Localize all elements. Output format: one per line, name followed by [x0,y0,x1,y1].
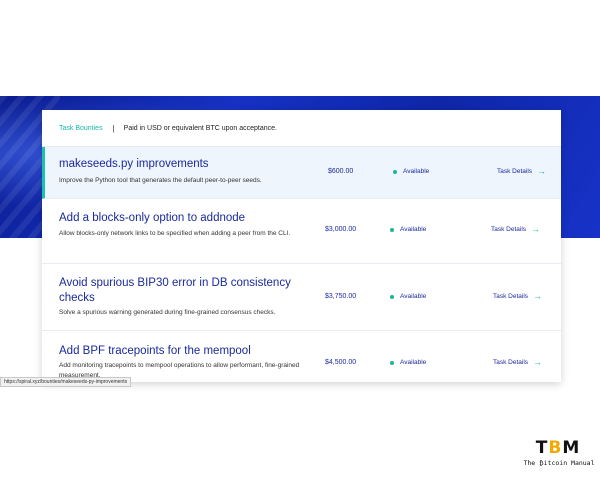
bounty-description: Allow blocks-only network links to be sp… [59,230,291,237]
bounty-price: $4,500.00 [325,359,357,366]
tab-task-bounties[interactable]: Task Bounties [59,125,103,132]
task-details-label: Task Details [497,168,533,175]
status-dot-icon [390,294,394,299]
bounty-title[interactable]: Add BPF tracepoints for the mempool [59,344,299,359]
bounty-row[interactable]: Add a blocks-only option to addnode Allo… [42,199,561,264]
bounty-title[interactable]: Add a blocks-only option to addnode [59,211,299,226]
bounty-status-label: Available [403,168,430,175]
bounty-row[interactable]: Add BPF tracepoints for the mempool Add … [42,331,561,382]
bounty-price: $600.00 [328,168,354,175]
bounty-status: Available [393,168,429,175]
bounty-list-card: Task Bounties | Paid in USD or equivalen… [42,110,561,382]
task-details-label: Task Details [493,359,529,366]
bounty-status: Available [390,293,426,300]
task-details-link[interactable]: Task Details → [491,225,540,234]
bounty-status-label: Available [400,226,427,233]
bounty-title[interactable]: makeseeds.py improvements [59,157,299,172]
task-details-label: Task Details [493,293,529,300]
arrow-right-icon: → [533,291,543,301]
status-dot-icon [390,227,394,232]
arrow-right-icon: → [531,224,541,234]
status-dot-icon [390,360,394,365]
bounty-price: $3,750.00 [325,293,357,300]
the-bitcoin-manual-logo: TBM The ₿itcoin Manual [520,438,598,470]
status-dot-icon [393,169,397,174]
bounty-row[interactable]: makeseeds.py improvements Improve the Py… [42,147,561,199]
task-details-link[interactable]: Task Details → [497,167,546,176]
payment-note: Paid in USD or equivalent BTC upon accep… [123,124,277,132]
bounty-description: Solve a spurious warning generated durin… [59,309,276,316]
task-details-link[interactable]: Task Details → [493,292,542,301]
bounty-status-label: Available [400,293,427,300]
bounty-description: Improve the Python tool that generates t… [59,177,262,184]
task-details-label: Task Details [491,226,527,233]
arrow-right-icon: → [533,357,543,367]
bounty-status-label: Available [400,359,427,366]
arrow-right-icon: → [537,166,547,176]
link-preview-url: https://spiral.xyz/bounties/makeseeds-py… [0,377,132,387]
bounty-price: $3,000.00 [325,226,357,233]
bounty-status: Available [390,359,426,366]
bounty-list-header: Task Bounties | Paid in USD or equivalen… [42,110,561,147]
bounty-title[interactable]: Avoid spurious BIP30 error in DB consist… [59,276,299,306]
logo-name: The ₿itcoin Manual [523,459,595,467]
bounty-row[interactable]: Avoid spurious BIP30 error in DB consist… [42,264,561,331]
task-details-link[interactable]: Task Details → [493,358,542,367]
header-separator: | [112,123,115,133]
bounty-status: Available [390,226,426,233]
logo-mark: TBM [535,438,581,458]
